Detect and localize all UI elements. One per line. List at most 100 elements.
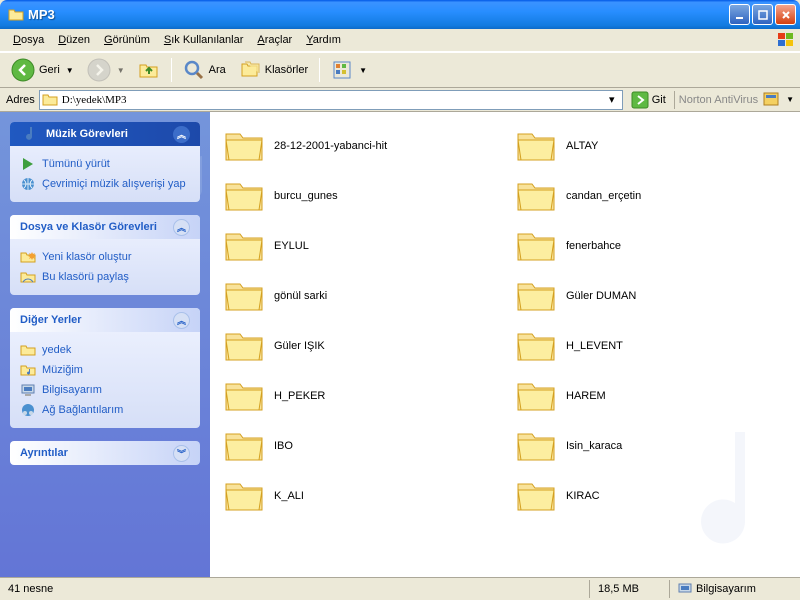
folder-item[interactable]: H_LEVENT: [510, 322, 792, 370]
folder-label: KIRAC: [566, 490, 600, 502]
share-folder-link[interactable]: Bu klasörü paylaş: [20, 267, 190, 287]
status-location: Bilgisayarım: [670, 580, 800, 598]
play-all-link[interactable]: Tümünü yürüt: [20, 154, 190, 174]
address-input[interactable]: [58, 94, 604, 106]
folder-item[interactable]: IBO: [218, 422, 500, 470]
panel-title: Dosya ve Klasör Görevleri: [20, 221, 157, 233]
folder-icon: [514, 326, 558, 366]
minimize-button[interactable]: [729, 4, 750, 25]
dropdown-icon: ▼: [117, 66, 125, 75]
folder-item[interactable]: KIRAC: [510, 472, 792, 520]
file-tasks-panel: Dosya ve Klasör Görevleri ︽ Yeni klasör …: [10, 215, 200, 295]
norton-icon[interactable]: [762, 91, 780, 109]
music-folder-icon: [20, 362, 36, 378]
go-button[interactable]: Git: [627, 90, 670, 110]
panel-title: Ayrıntılar: [20, 447, 68, 459]
folder-label: H_PEKER: [274, 390, 325, 402]
folder-item[interactable]: EYLUL: [218, 222, 500, 270]
place-muzigim[interactable]: Müziğim: [20, 360, 190, 380]
folder-icon: [514, 426, 558, 466]
details-header[interactable]: Ayrıntılar ︾: [10, 441, 200, 465]
folder-icon: [222, 226, 266, 266]
folder-label: fenerbahce: [566, 240, 621, 252]
folder-icon: [42, 92, 58, 108]
collapse-icon: ︽: [173, 126, 190, 143]
link-label: Çevrimiçi müzik alışverişi yap: [42, 178, 186, 190]
folder-item[interactable]: Isin_karaca: [510, 422, 792, 470]
address-field[interactable]: ▾: [39, 90, 623, 110]
folder-item[interactable]: Güler IŞIK: [218, 322, 500, 370]
address-label: Adres: [6, 94, 35, 106]
menu-sik[interactable]: Sık Kullanılanlar: [157, 32, 251, 48]
globe-icon: [20, 176, 36, 192]
folder-icon: [514, 476, 558, 516]
norton-label[interactable]: Norton AntiVirus: [679, 94, 758, 106]
folder-icon: [8, 7, 24, 23]
link-label: Yeni klasör oluştur: [42, 251, 131, 263]
address-dropdown[interactable]: ▾: [604, 93, 620, 106]
folder-label: gönül sarki: [274, 290, 327, 302]
content-area[interactable]: 28-12-2001-yabanci-hit ALTAYburcu_gunesca…: [210, 112, 800, 577]
folder-item[interactable]: gönül sarki: [218, 272, 500, 320]
folder-item[interactable]: K_ALI: [218, 472, 500, 520]
status-bar: 41 nesne 18,5 MB Bilgisayarım: [0, 577, 800, 600]
folder-item[interactable]: fenerbahce: [510, 222, 792, 270]
status-size: 18,5 MB: [590, 580, 670, 598]
computer-icon: [678, 582, 692, 596]
up-button[interactable]: [133, 57, 165, 83]
new-folder-icon: [20, 249, 36, 265]
place-network[interactable]: Ağ Bağlantılarım: [20, 400, 190, 420]
place-yedek[interactable]: yedek: [20, 340, 190, 360]
folder-item[interactable]: 28-12-2001-yabanci-hit: [218, 122, 500, 170]
folder-icon: [20, 342, 36, 358]
folder-item[interactable]: ALTAY: [510, 122, 792, 170]
play-icon: [20, 156, 36, 172]
folder-label: EYLUL: [274, 240, 309, 252]
folder-icon: [514, 126, 558, 166]
folder-item[interactable]: H_PEKER: [218, 372, 500, 420]
menu-yardim[interactable]: Yardım: [299, 32, 348, 48]
forward-button[interactable]: ▼: [82, 56, 130, 84]
folder-icon: [222, 276, 266, 316]
folder-item[interactable]: HAREM: [510, 372, 792, 420]
link-label: Tümünü yürüt: [42, 158, 110, 170]
file-tasks-header[interactable]: Dosya ve Klasör Görevleri ︽: [10, 215, 200, 239]
shop-music-link[interactable]: Çevrimiçi müzik alışverişi yap: [20, 174, 190, 194]
folder-label: H_LEVENT: [566, 340, 623, 352]
toolbar: Geri ▼ ▼ Ara Klasörler ▼: [0, 52, 800, 88]
back-button[interactable]: Geri ▼: [6, 56, 79, 84]
forward-icon: [87, 58, 111, 82]
search-button[interactable]: Ara: [178, 57, 231, 83]
views-button[interactable]: ▼: [326, 57, 372, 83]
folder-icon: [222, 326, 266, 366]
folder-label: 28-12-2001-yabanci-hit: [274, 140, 387, 152]
go-label: Git: [652, 94, 666, 106]
menu-dosya[interactable]: Dosya: [6, 32, 51, 48]
title-bar: MP3: [0, 0, 800, 29]
folder-item[interactable]: candan_erçetin: [510, 172, 792, 220]
address-bar: Adres ▾ Git Norton AntiVirus ▼: [0, 88, 800, 112]
menu-bar: Dosya Düzen Görünüm Sık Kullanılanlar Ar…: [0, 29, 800, 52]
new-folder-link[interactable]: Yeni klasör oluştur: [20, 247, 190, 267]
folder-label: HAREM: [566, 390, 606, 402]
close-button[interactable]: [775, 4, 796, 25]
link-label: Bu klasörü paylaş: [42, 271, 129, 283]
folders-button[interactable]: Klasörler: [234, 57, 313, 83]
folder-item[interactable]: Güler DUMAN: [510, 272, 792, 320]
folder-item[interactable]: burcu_gunes: [218, 172, 500, 220]
collapse-icon: ︽: [173, 219, 190, 236]
place-bilgisayarim[interactable]: Bilgisayarım: [20, 380, 190, 400]
dropdown-icon: ▼: [359, 66, 367, 75]
menu-gorunum[interactable]: Görünüm: [97, 32, 157, 48]
music-tasks-header[interactable]: Müzik Görevleri ︽: [10, 122, 200, 146]
music-tasks-panel: Müzik Görevleri ︽ Tümünü yürüt Çevrimiçi…: [10, 122, 200, 202]
expand-icon: ︾: [173, 445, 190, 462]
window-title: MP3: [28, 7, 729, 22]
separator: [319, 58, 320, 82]
folder-up-icon: [138, 59, 160, 81]
folder-icon: [514, 276, 558, 316]
menu-duzen[interactable]: Düzen: [51, 32, 97, 48]
menu-araclar[interactable]: Araçlar: [250, 32, 299, 48]
other-places-header[interactable]: Diğer Yerler ︽: [10, 308, 200, 332]
maximize-button[interactable]: [752, 4, 773, 25]
